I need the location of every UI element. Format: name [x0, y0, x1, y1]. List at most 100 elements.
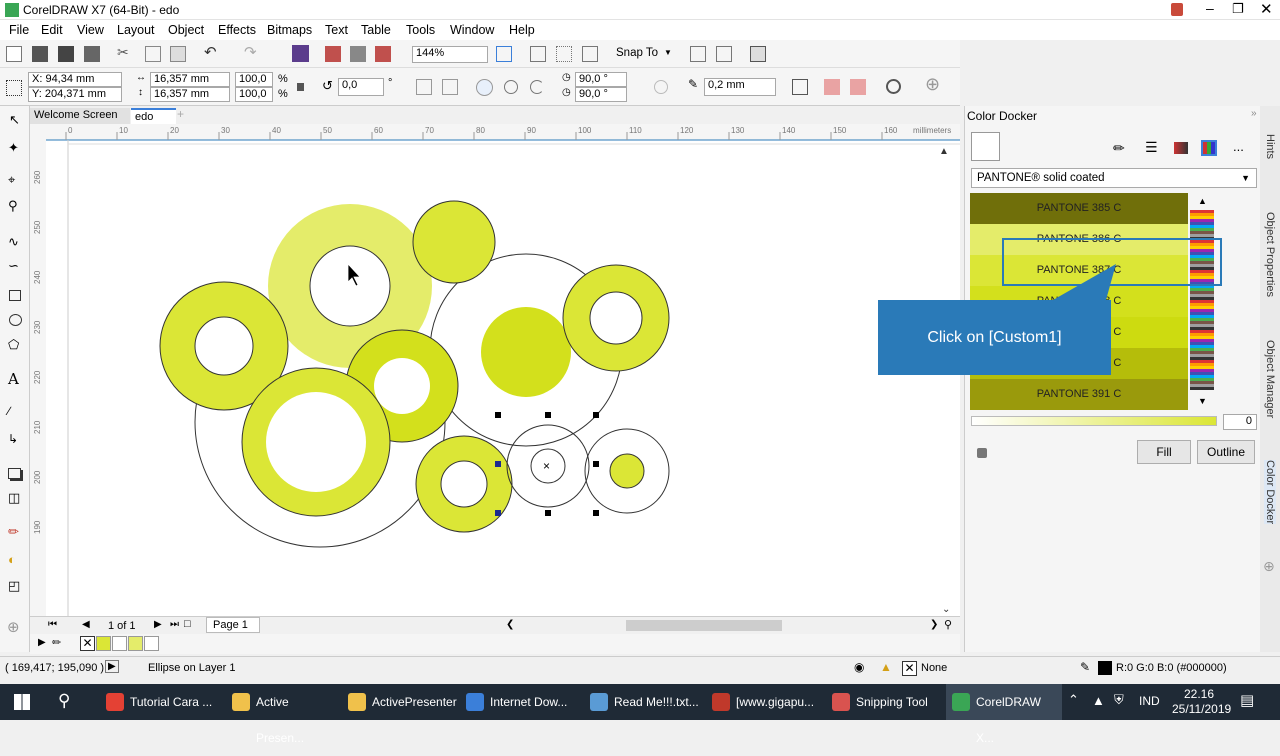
side-tab-hints[interactable]: Hints	[1264, 134, 1276, 159]
add-tool-icon[interactable]: ⊕	[7, 618, 20, 636]
menu-file[interactable]: File	[9, 23, 29, 37]
arc-mode-icon[interactable]	[530, 80, 544, 94]
lock-icon[interactable]	[977, 448, 987, 458]
print-icon[interactable]	[84, 46, 100, 62]
menu-help[interactable]: Help	[509, 23, 535, 37]
start-button[interactable]	[14, 694, 30, 710]
show-rulers-icon[interactable]	[530, 46, 546, 62]
scale-height-field[interactable]: 100,0	[235, 87, 273, 102]
outline-width-field[interactable]: 0,2 mm	[704, 78, 776, 96]
transparency-tool-icon[interactable]: ◫	[8, 490, 20, 506]
height-field[interactable]: 16,357 mm	[150, 87, 230, 102]
menu-view[interactable]: View	[77, 23, 104, 37]
lock-ratio-icon[interactable]	[297, 83, 304, 91]
x-position-field[interactable]: X: 94,34 mm	[28, 72, 122, 87]
arc-start-angle-field[interactable]: 90,0 °	[575, 72, 627, 87]
clock-date[interactable]: 25/11/2019	[1172, 702, 1231, 716]
application-launcher-icon[interactable]	[716, 46, 732, 62]
to-back-icon[interactable]	[850, 79, 866, 95]
text-tool-icon[interactable]: A	[8, 370, 19, 388]
small-solid-circle[interactable]	[609, 453, 645, 489]
object-origin-icon[interactable]	[6, 80, 22, 96]
menu-window[interactable]: Window	[450, 23, 494, 37]
pantone-swatch[interactable]: PANTONE 391 C	[970, 379, 1188, 410]
menu-edit[interactable]: Edit	[41, 23, 63, 37]
menu-bitmaps[interactable]: Bitmaps	[267, 23, 312, 37]
welcome-screen-icon[interactable]	[750, 46, 766, 62]
drawing-canvas[interactable]: 0 10 20 30 40 50 60 70 80 90 100 110 120 130 140 150 160…	[30, 124, 960, 616]
zoom-tool-icon[interactable]: ⚲	[8, 198, 18, 214]
connector-tool-icon[interactable]: ↳	[8, 432, 18, 446]
crop-tool-icon[interactable]: ⌖	[8, 172, 15, 188]
docker-more-button[interactable]: ...	[1233, 139, 1244, 154]
next-page-icon[interactable]: ▶	[154, 619, 162, 630]
add-tab-icon[interactable]: +	[177, 107, 184, 121]
paste-icon[interactable]	[170, 46, 186, 62]
color-sliders-icon[interactable]: ☰	[1145, 139, 1158, 156]
publish-pdf-icon[interactable]	[375, 46, 391, 62]
color-viewers-icon[interactable]	[1174, 142, 1188, 154]
zoom-navigator-icon[interactable]: ⚲	[944, 618, 952, 631]
palette-scroll-up-icon[interactable]: ▲	[1198, 196, 1207, 206]
add-icon[interactable]: ⊕	[925, 74, 940, 95]
mirror-vertical-icon[interactable]	[442, 79, 458, 95]
wrap-text-icon[interactable]	[792, 79, 808, 95]
search-icon[interactable]: ⚲	[58, 691, 70, 711]
width-field[interactable]: 16,357 mm	[150, 72, 230, 87]
to-front-icon[interactable]	[824, 79, 840, 95]
cut-icon[interactable]: ✂	[117, 44, 129, 61]
undo-icon[interactable]: ↶	[204, 43, 217, 61]
outline-button[interactable]: Outline	[1197, 440, 1255, 464]
pantone-swatch[interactable]: PANTONE 385 C	[970, 193, 1188, 224]
palette-scroll-down-icon[interactable]: ▼	[1198, 396, 1207, 406]
tint-slider[interactable]	[971, 416, 1217, 426]
dimension-tool-icon[interactable]: ∕	[8, 404, 10, 418]
palette-swatch-1[interactable]	[96, 636, 111, 651]
user-icon[interactable]	[1171, 3, 1183, 16]
shape-tool-icon[interactable]: ✦	[8, 140, 19, 156]
pie-mode-icon[interactable]	[504, 80, 518, 94]
menu-layout[interactable]: Layout	[117, 23, 155, 37]
show-guidelines-icon[interactable]	[582, 46, 598, 62]
copy-icon[interactable]	[145, 46, 161, 62]
export-icon[interactable]	[350, 46, 366, 62]
network-icon[interactable]: ▲	[1092, 693, 1105, 708]
palette-eyedropper-icon[interactable]: ✏	[52, 636, 61, 649]
artistic-media-icon[interactable]: ∽	[8, 258, 19, 274]
side-tab-object-properties[interactable]: Object Properties	[1264, 212, 1276, 297]
color-palettes-icon[interactable]	[1201, 140, 1217, 156]
menu-text[interactable]: Text	[325, 23, 348, 37]
show-grid-icon[interactable]	[556, 46, 572, 62]
save-icon[interactable]	[58, 46, 74, 62]
side-tab-object-manager[interactable]: Object Manager	[1264, 340, 1276, 418]
tab-welcome-screen[interactable]: Welcome Screen	[30, 108, 130, 124]
palette-swatch-2[interactable]	[112, 636, 127, 651]
zoom-level-field[interactable]: 144%	[412, 46, 488, 63]
add-docker-icon[interactable]: ⊕	[1263, 558, 1275, 575]
last-page-icon[interactable]: ⏭	[170, 619, 179, 630]
taskbar-app[interactable]: Tutorial Cara ...	[100, 684, 222, 720]
scroll-left-icon[interactable]: ❮	[506, 619, 514, 630]
docker-eyedropper-icon[interactable]: ✏	[1113, 140, 1125, 157]
menu-table[interactable]: Table	[361, 23, 391, 37]
rectangle-tool-icon[interactable]	[9, 290, 21, 301]
maximize-button[interactable]: ❐	[1232, 1, 1244, 17]
tint-value-field[interactable]: 0	[1223, 414, 1257, 430]
menu-tools[interactable]: Tools	[406, 23, 435, 37]
import-icon[interactable]	[325, 46, 341, 62]
tray-chevron-icon[interactable]: ⌃	[1068, 692, 1079, 708]
close-button[interactable]: ✕	[1260, 0, 1273, 18]
chevron-down-icon[interactable]: ▼	[664, 48, 672, 57]
snap-to-dropdown[interactable]: Snap To	[616, 47, 658, 59]
open-icon[interactable]	[32, 46, 48, 62]
redo-icon[interactable]: ↷	[244, 43, 257, 61]
ellipse-tool-icon[interactable]	[9, 314, 22, 326]
circle-top[interactable]	[412, 200, 496, 284]
solid-circle-mid[interactable]	[481, 307, 571, 397]
clock-time[interactable]: 22.16	[1184, 687, 1214, 701]
menu-object[interactable]: Object	[168, 23, 204, 37]
prev-page-icon[interactable]: ◀	[82, 619, 90, 630]
palette-menu-icon[interactable]: ▶	[38, 637, 46, 648]
taskbar-app[interactable]: [www.gigapu...	[706, 684, 822, 720]
page-tab[interactable]: Page 1	[206, 617, 260, 633]
